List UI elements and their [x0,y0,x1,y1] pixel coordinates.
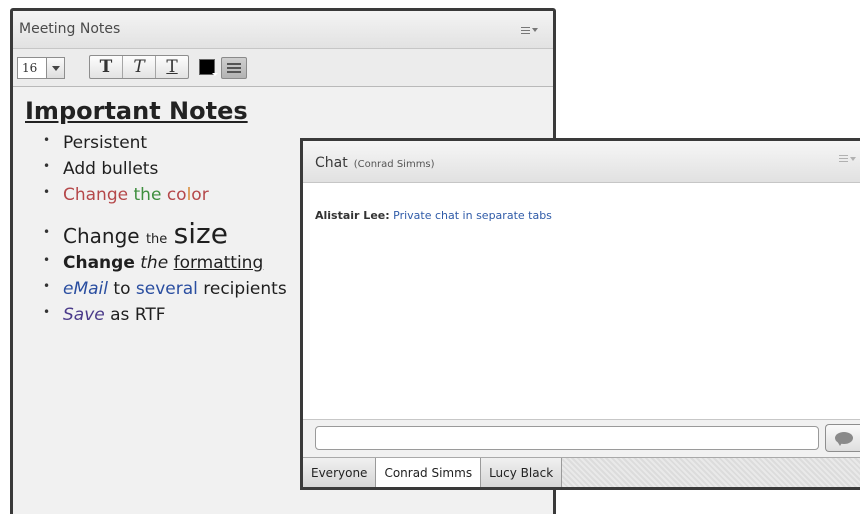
list-item: Save as RTF [43,305,287,331]
list-item-text: recipients [203,279,287,299]
chat-subtitle: (Conrad Simms) [353,159,435,170]
list-item-text: as RTF [110,305,166,325]
list-item-text: or [191,185,209,205]
chat-input[interactable] [315,426,819,450]
list-item: eMail to several recipients [43,279,287,305]
chat-message: Alistair Lee: Private chat in separate t… [315,209,552,222]
font-size-value: 16 [22,61,38,75]
bold-button[interactable]: T [90,56,123,78]
chat-input-row [303,419,860,457]
notes-titlebar[interactable]: Meeting Notes [13,11,553,49]
tab-conrad-simms[interactable]: Conrad Simms [376,458,482,487]
list-item-text: eMail [63,279,108,299]
notes-toolbar: 16 T T T [13,49,553,87]
list-item: Add bullets [43,159,287,185]
chevron-down-icon[interactable] [46,58,64,78]
list-item-text: Save [63,305,105,325]
bullet-list-button[interactable] [221,57,247,79]
send-button[interactable] [825,424,860,452]
chat-message-text: Private chat in separate tabs [393,209,552,222]
chat-title-text: Chat [315,155,348,171]
italic-button[interactable]: T [123,56,156,78]
underline-button[interactable]: T [156,56,188,78]
list-item-text: Change [63,224,140,248]
list-item-text: co [166,185,187,205]
color-dropdown-icon [212,73,218,76]
chat-message-area: Alistair Lee: Private chat in separate t… [303,183,860,419]
chat-tabs: Everyone Conrad Simms Lucy Black [303,457,860,487]
list-item-text: the [140,253,169,273]
list-item: Change the color [43,185,287,217]
chat-titlebar[interactable]: Chat (Conrad Simms) [303,141,860,183]
list-item-text: Change [63,253,135,273]
notes-bullet-list: Persistent Add bullets Change the color … [43,133,287,331]
list-item-text: the [133,185,162,205]
list-item: Change the formatting [43,253,287,279]
list-item-text: the [145,232,168,247]
list-item: Persistent [43,133,287,159]
list-item-text: Add bullets [63,159,159,179]
list-item-text: size [173,217,228,250]
chat-title: Chat (Conrad Simms) [315,155,435,171]
notes-title: Meeting Notes [19,21,121,37]
list-item-text: several [135,279,198,299]
notes-heading: Important Notes [25,97,248,125]
list-item-text: Change [63,185,129,205]
chat-window: Chat (Conrad Simms) Alistair Lee: Private… [300,138,860,490]
tab-everyone[interactable]: Everyone [303,458,377,487]
list-item-text: Persistent [63,133,148,153]
list-item-text: to [113,279,131,299]
chat-sender: Alistair Lee: [315,209,390,222]
tab-lucy-black[interactable]: Lucy Black [481,458,563,487]
text-style-group: T T T [89,55,189,79]
pod-menu-icon[interactable] [839,155,856,162]
pod-menu-icon[interactable] [521,23,543,37]
font-size-select[interactable]: 16 [17,57,65,79]
list-item: Change the size [43,217,287,253]
list-item-text: formatting [173,253,264,273]
